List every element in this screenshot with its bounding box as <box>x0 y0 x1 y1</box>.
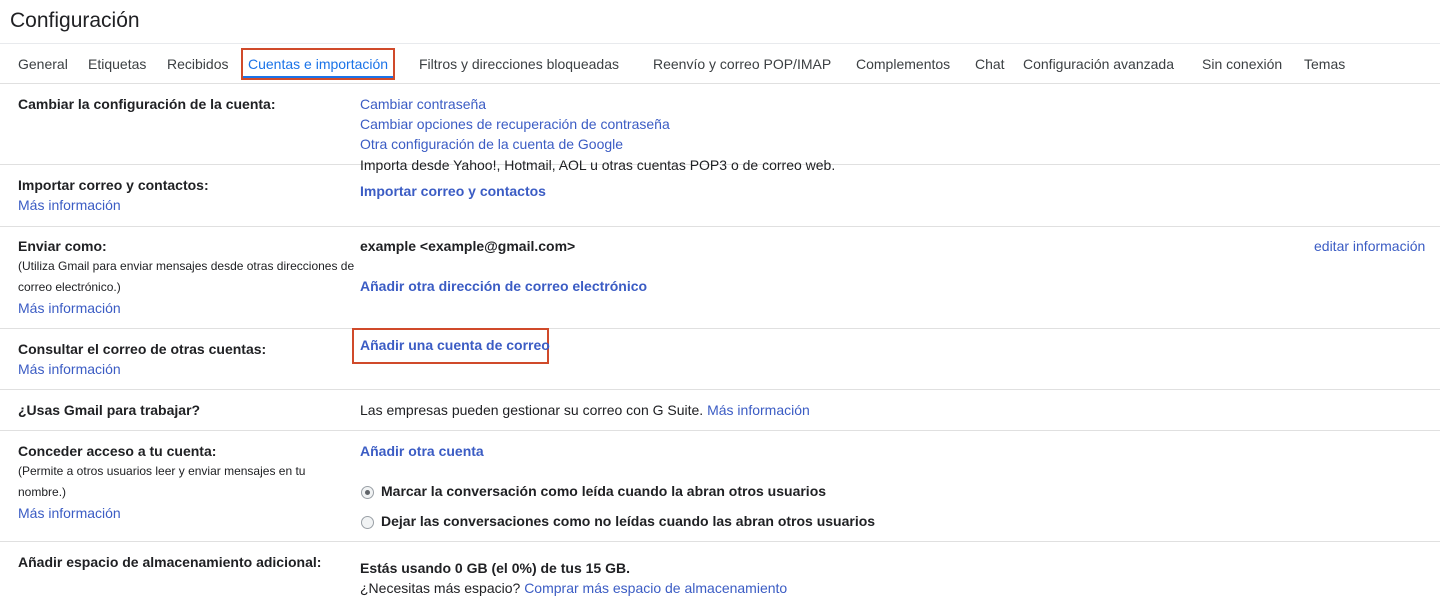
import-label: Importar correo y contactos: <box>18 177 209 193</box>
radio-mark-read[interactable] <box>361 486 374 499</box>
tab-accounts-import[interactable]: Cuentas e importación <box>240 48 396 80</box>
storage-usage: Estás usando 0 GB (el 0%) de tus 15 GB. <box>360 560 630 576</box>
work-description: Las empresas pueden gestionar su correo … <box>360 402 704 418</box>
add-email-address-link[interactable]: Añadir otra dirección de correo electrón… <box>360 276 647 296</box>
work-more-info-link[interactable]: Más información <box>707 402 810 418</box>
storage-question: ¿Necesitas más espacio? <box>360 580 521 596</box>
storage-label: Añadir espacio de almacenamiento adicion… <box>18 554 322 570</box>
tab-filters[interactable]: Filtros y direcciones bloqueadas <box>419 54 619 74</box>
tab-themes[interactable]: Temas <box>1304 54 1345 74</box>
tab-inbox[interactable]: Recibidos <box>167 54 228 74</box>
send-as-note: (Utiliza Gmail para enviar mensajes desd… <box>18 259 355 294</box>
import-more-info-link[interactable]: Más información <box>18 195 121 215</box>
grant-note: (Permite a otros usuarios leer y enviar … <box>18 464 306 499</box>
account-label: Cambiar la configuración de la cuenta: <box>18 96 276 112</box>
grant-more-info-link[interactable]: Más información <box>18 503 121 523</box>
import-mail-contacts-link[interactable]: Importar correo y contactos <box>360 181 546 201</box>
add-mail-account-link[interactable]: Añadir una cuenta de correo <box>360 335 550 355</box>
edit-info-link[interactable]: editar información <box>1314 236 1425 256</box>
settings-tabs: General Etiquetas Recibidos Cuentas e im… <box>0 43 1440 84</box>
send-as-label: Enviar como: <box>18 238 107 254</box>
divider <box>0 541 1440 542</box>
page-title: Configuración <box>10 9 140 32</box>
tab-offline[interactable]: Sin conexión <box>1202 54 1282 74</box>
tab-chat[interactable]: Chat <box>975 54 1005 74</box>
tab-general[interactable]: General <box>18 54 68 74</box>
tab-advanced[interactable]: Configuración avanzada <box>1023 54 1174 74</box>
change-password-link[interactable]: Cambiar contraseña <box>360 94 486 114</box>
mark-read-label[interactable]: Marcar la conversación como leída cuando… <box>381 481 826 501</box>
buy-storage-link[interactable]: Comprar más espacio de almacenamiento <box>524 580 787 596</box>
tab-forwarding[interactable]: Reenvío y correo POP/IMAP <box>653 54 831 74</box>
add-another-account-link[interactable]: Añadir otra cuenta <box>360 441 484 461</box>
divider <box>0 389 1440 390</box>
radio-leave-unread[interactable] <box>361 516 374 529</box>
storage-more-space: ¿Necesitas más espacio? Comprar más espa… <box>360 578 787 598</box>
divider <box>0 328 1440 329</box>
tab-labels[interactable]: Etiquetas <box>88 54 146 74</box>
google-account-settings-link[interactable]: Otra configuración de la cuenta de Googl… <box>360 134 623 154</box>
divider <box>0 430 1440 431</box>
divider <box>0 226 1440 227</box>
grant-label: Conceder acceso a tu cuenta: <box>18 443 217 459</box>
check-mail-label: Consultar el correo de otras cuentas: <box>18 341 267 357</box>
check-mail-more-info-link[interactable]: Más información <box>18 359 121 379</box>
tab-addons[interactable]: Complementos <box>856 54 950 74</box>
send-as-address: example <example@gmail.com> <box>360 238 576 254</box>
import-description: Importa desde Yahoo!, Hotmail, AOL u otr… <box>360 157 836 173</box>
send-as-more-info-link[interactable]: Más información <box>18 298 121 318</box>
work-text: Las empresas pueden gestionar su correo … <box>360 400 810 420</box>
work-label: ¿Usas Gmail para trabajar? <box>18 402 201 418</box>
leave-unread-label[interactable]: Dejar las conversaciones como no leídas … <box>381 511 875 531</box>
recovery-options-link[interactable]: Cambiar opciones de recuperación de cont… <box>360 114 670 134</box>
